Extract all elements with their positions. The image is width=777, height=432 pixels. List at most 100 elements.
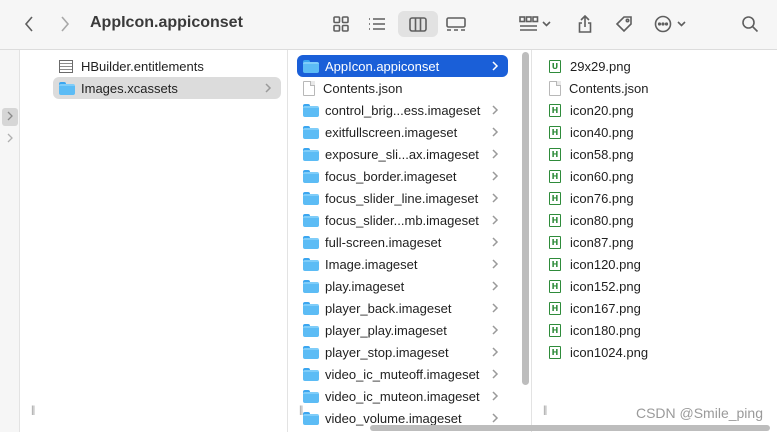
item-label: focus_slider...mb.imageset (325, 212, 479, 228)
chevron-right-icon (490, 412, 500, 424)
list-item[interactable]: Hicon1024.png (543, 341, 767, 363)
list-item[interactable]: Hicon167.png (543, 297, 767, 319)
previous-column-edge[interactable] (0, 50, 20, 432)
gallery-view-icon[interactable] (442, 11, 470, 37)
chevron-left-icon[interactable] (18, 11, 40, 37)
png-file-icon: H (549, 125, 561, 139)
folder-icon (303, 103, 319, 117)
list-item[interactable]: player_play.imageset (297, 319, 508, 341)
list-item[interactable]: Images.xcassets (53, 77, 281, 99)
list-item[interactable]: focus_slider_line.imageset (297, 187, 508, 209)
list-item[interactable]: Contents.json (543, 77, 767, 99)
chevron-right-icon (490, 126, 500, 138)
list-item[interactable]: player_back.imageset (297, 297, 508, 319)
ellipsis-icon[interactable] (652, 11, 692, 37)
horizontal-scrollbar[interactable] (370, 425, 770, 431)
search-icon[interactable] (738, 11, 762, 37)
window-title: AppIcon.appiconset (90, 14, 243, 31)
item-label: Image.imageset (325, 256, 418, 272)
item-label: icon87.png (570, 234, 634, 250)
list-item[interactable]: exitfullscreen.imageset (297, 121, 508, 143)
png-file-icon: H (549, 213, 561, 227)
png-file-icon: H (549, 257, 561, 271)
png-file-icon: H (549, 323, 561, 337)
item-label: 29x29.png (570, 58, 631, 74)
list-item[interactable]: video_ic_muteoff.imageset (297, 363, 508, 385)
column-resize-handle[interactable]: || (299, 405, 303, 416)
list-item[interactable]: Contents.json (297, 77, 508, 99)
list-item[interactable]: control_brig...ess.imageset (297, 99, 508, 121)
column-view-icon[interactable] (398, 11, 438, 37)
list-item[interactable]: HBuilder.entitlements (53, 55, 281, 77)
chevron-right-icon (490, 148, 500, 160)
document-icon (549, 80, 561, 96)
list-item[interactable]: Hicon40.png (543, 121, 767, 143)
item-label: icon167.png (570, 300, 641, 316)
list-item[interactable]: Hicon20.png (543, 99, 767, 121)
item-label: icon80.png (570, 212, 634, 228)
share-icon[interactable] (574, 11, 596, 37)
item-label: player_back.imageset (325, 300, 452, 316)
item-label: icon76.png (570, 190, 634, 206)
item-label: Contents.json (569, 80, 649, 96)
item-label: video_volume.imageset (325, 410, 462, 426)
list-item[interactable]: AppIcon.appiconset (297, 55, 508, 77)
chevron-right-icon (263, 82, 273, 94)
item-label: icon120.png (570, 256, 641, 272)
list-item[interactable]: player_stop.imageset (297, 341, 508, 363)
png-file-icon: H (549, 147, 561, 161)
column-resize-handle[interactable]: || (31, 405, 35, 416)
item-label: video_ic_muteoff.imageset (325, 366, 480, 382)
png-file-icon: H (549, 235, 561, 249)
png-file-icon: H (549, 103, 561, 117)
list-view-icon[interactable] (364, 11, 390, 37)
chevron-right-icon (490, 346, 500, 358)
column-resize-handle[interactable]: || (543, 405, 547, 416)
folder-icon (303, 213, 319, 227)
grid-view-icon[interactable] (328, 11, 354, 37)
list-item[interactable]: U 29x29.png (543, 55, 767, 77)
folder-icon (303, 301, 319, 315)
item-label: exposure_sli...ax.imageset (325, 146, 479, 162)
png-file-icon: H (549, 191, 561, 205)
list-item[interactable]: Hicon80.png (543, 209, 767, 231)
list-item[interactable]: Hicon152.png (543, 275, 767, 297)
folder-icon (303, 345, 319, 359)
item-label: control_brig...ess.imageset (325, 102, 481, 118)
png-file-icon: H (549, 169, 561, 183)
item-label: play.imageset (325, 278, 405, 294)
list-item[interactable]: Image.imageset (297, 253, 508, 275)
list-item[interactable]: focus_slider...mb.imageset (297, 209, 508, 231)
list-item[interactable]: Hicon87.png (543, 231, 767, 253)
chevron-right-icon (490, 368, 500, 380)
item-label: video_ic_muteon.imageset (325, 388, 480, 404)
chevron-right-icon (490, 60, 500, 72)
list-item[interactable]: Hicon180.png (543, 319, 767, 341)
folder-icon (303, 169, 319, 183)
chevron-right-icon (490, 170, 500, 182)
tag-icon[interactable] (612, 11, 636, 37)
item-label: focus_slider_line.imageset (325, 190, 479, 206)
chevron-right-icon[interactable] (54, 11, 76, 37)
item-label: exitfullscreen.imageset (325, 124, 458, 140)
png-file-icon: U (549, 59, 561, 73)
list-item[interactable]: Hicon58.png (543, 143, 767, 165)
list-item[interactable]: video_ic_muteon.imageset (297, 385, 508, 407)
chevron-right-icon (7, 133, 13, 143)
chevron-right-icon (490, 324, 500, 336)
chevron-right-icon (7, 111, 13, 121)
group-by-icon[interactable] (516, 11, 556, 37)
list-item[interactable]: Hicon60.png (543, 165, 767, 187)
folder-icon (303, 323, 319, 337)
list-item[interactable]: focus_border.imageset (297, 165, 508, 187)
list-item[interactable]: Hicon120.png (543, 253, 767, 275)
vertical-scrollbar[interactable] (522, 52, 529, 385)
item-label: icon40.png (570, 124, 634, 140)
toolbar: AppIcon.appiconset (0, 0, 777, 50)
item-label: icon20.png (570, 102, 634, 118)
list-item[interactable]: Hicon76.png (543, 187, 767, 209)
list-item[interactable]: full-screen.imageset (297, 231, 508, 253)
list-item[interactable]: play.imageset (297, 275, 508, 297)
chevron-right-icon (490, 280, 500, 292)
list-item[interactable]: exposure_sli...ax.imageset (297, 143, 508, 165)
